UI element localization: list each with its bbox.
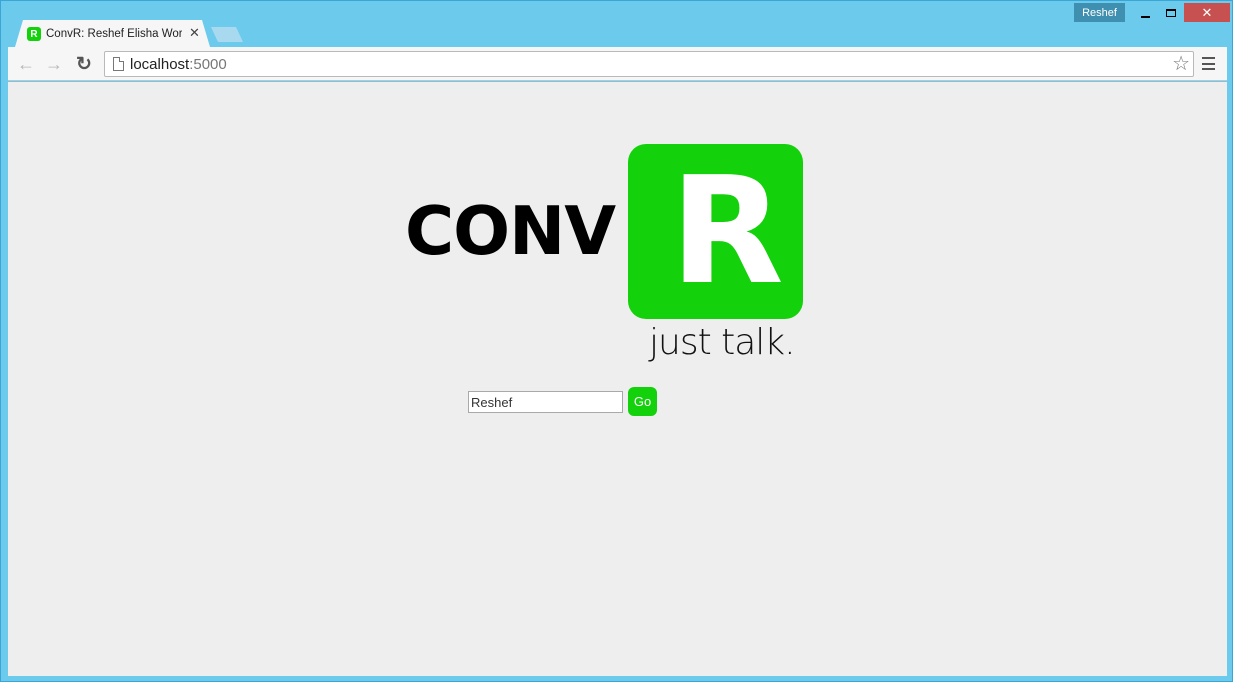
favicon-icon: R bbox=[27, 27, 41, 41]
new-tab-button[interactable] bbox=[211, 27, 243, 42]
name-input[interactable] bbox=[468, 391, 623, 413]
logo-letter: R bbox=[670, 145, 784, 317]
tab-title: ConvR: Reshef Elisha Worl bbox=[46, 28, 182, 40]
page-content: CONV R just talk. Go bbox=[8, 82, 1227, 676]
profile-name: Reshef bbox=[1082, 6, 1117, 19]
url-text: localhost:5000 bbox=[130, 56, 227, 73]
browser-window: Reshef ✕ R ConvR: Reshef Elisha Worl ✕ ←… bbox=[0, 0, 1233, 682]
logo-text: CONV bbox=[405, 192, 616, 270]
maximize-icon bbox=[1166, 8, 1176, 17]
tab-convr[interactable]: R ConvR: Reshef Elisha Worl ✕ bbox=[15, 20, 210, 47]
close-window-button[interactable]: ✕ bbox=[1184, 3, 1230, 22]
address-bar[interactable]: localhost:5000 ☆ bbox=[104, 51, 1194, 77]
menu-icon[interactable] bbox=[1202, 57, 1215, 70]
tagline: just talk. bbox=[649, 322, 796, 363]
back-icon[interactable]: ← bbox=[15, 53, 37, 75]
browser-toolbar: ← → ↻ localhost:5000 ☆ bbox=[8, 47, 1227, 81]
minimize-button[interactable] bbox=[1132, 3, 1158, 22]
bookmark-star-icon[interactable]: ☆ bbox=[1172, 53, 1190, 75]
reload-icon[interactable]: ↻ bbox=[73, 53, 95, 75]
forward-icon[interactable]: → bbox=[43, 53, 65, 75]
tab-close-icon[interactable]: ✕ bbox=[189, 26, 200, 40]
maximize-button[interactable] bbox=[1158, 3, 1184, 22]
close-icon: ✕ bbox=[1201, 4, 1213, 20]
profile-badge[interactable]: Reshef bbox=[1074, 3, 1125, 22]
logo-badge: R bbox=[628, 144, 803, 319]
page-icon bbox=[113, 57, 124, 71]
minimize-icon bbox=[1140, 15, 1150, 18]
go-button[interactable]: Go bbox=[628, 387, 657, 416]
